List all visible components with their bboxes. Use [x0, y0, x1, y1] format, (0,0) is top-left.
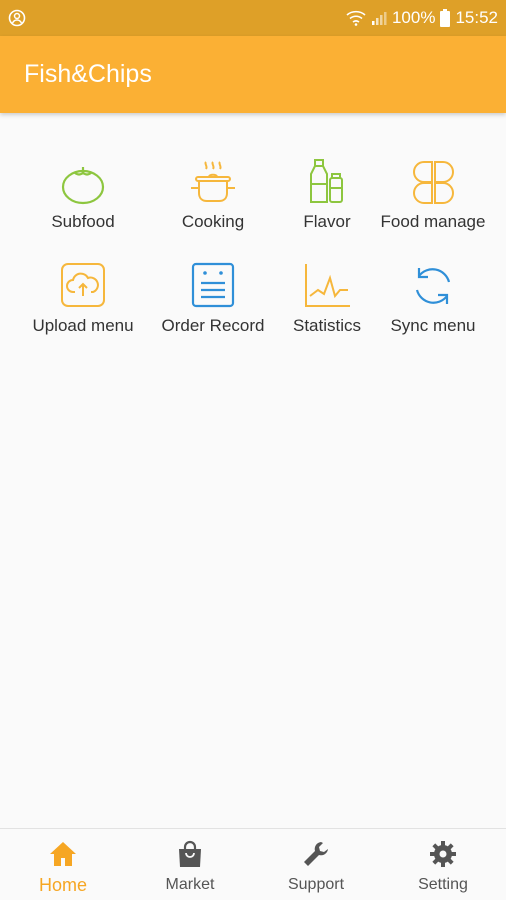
- menu-item-sync-menu[interactable]: Sync menu: [370, 254, 496, 344]
- order-record-icon: [188, 262, 238, 310]
- wrench-icon: [301, 839, 331, 869]
- menu-item-label: Upload menu: [32, 316, 134, 335]
- nav-label: Home: [38, 875, 87, 895]
- signal-icon: [371, 10, 387, 26]
- shopping-bag-icon: [175, 839, 205, 869]
- status-bar: 100% 15:52: [0, 0, 506, 36]
- app-bar: Fish&Chips: [0, 36, 506, 113]
- nav-label: Support: [287, 876, 345, 893]
- menu-item-label: Subfood: [51, 212, 115, 231]
- bottom-navigation: Home Market Support Setting: [0, 828, 506, 900]
- nav-label: Market: [165, 876, 215, 893]
- clock: 15:52: [455, 8, 498, 27]
- nav-home[interactable]: Home: [0, 829, 126, 900]
- menu-item-label: Sync menu: [390, 316, 476, 335]
- nav-setting[interactable]: Setting: [380, 829, 506, 900]
- menu-item-label: Food manage: [380, 212, 486, 231]
- menu-item-subfood[interactable]: Subfood: [20, 150, 146, 240]
- battery-percent: 100%: [391, 8, 436, 27]
- cloud-upload-icon: [58, 262, 108, 310]
- app-title: Fish&Chips: [24, 60, 152, 88]
- condiment-bottles-icon: [302, 158, 352, 206]
- sync-icon: [408, 262, 458, 310]
- wifi-icon: [346, 10, 366, 26]
- nav-market[interactable]: Market: [127, 829, 253, 900]
- cooking-pot-icon: [188, 158, 238, 206]
- line-chart-icon: [302, 262, 352, 310]
- account-icon: [8, 9, 26, 27]
- nav-label: Setting: [418, 876, 468, 893]
- battery-icon: [440, 9, 451, 27]
- menu-item-food-manage[interactable]: Food manage: [370, 150, 496, 240]
- home-icon: [48, 839, 78, 869]
- menu-item-upload-menu[interactable]: Upload menu: [20, 254, 146, 344]
- four-petal-icon: [408, 158, 458, 206]
- gear-icon: [428, 839, 458, 869]
- tomato-icon: [58, 158, 108, 206]
- nav-support[interactable]: Support: [253, 829, 379, 900]
